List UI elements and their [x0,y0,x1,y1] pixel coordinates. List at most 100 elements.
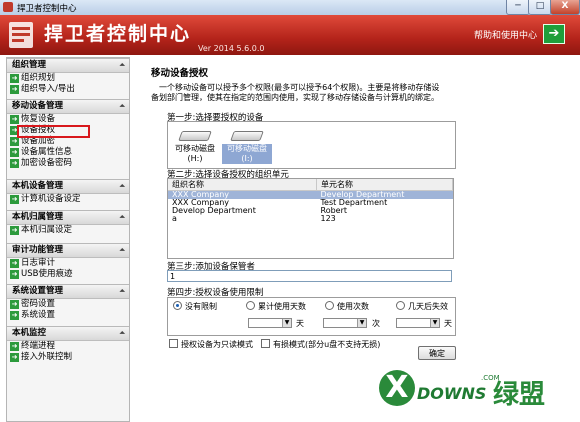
sidebar-item-process[interactable]: ➜ 终端进程 [7,341,129,352]
sidebar-item-password[interactable]: ➜ 密码设置 [7,299,129,310]
lossy-mode-checkbox[interactable]: 有损模式(部分u盘不支持无损) [261,339,380,350]
sidebar-group-title[interactable]: 审计功能管理 ⏶ [7,243,129,258]
arrow-icon: ➜ [10,74,19,83]
sidebar-group-monitor: 本机监控 ⏶ ➜ 终端进程 ➜ 接入外联控制 [7,326,129,363]
arrow-icon: ➜ [10,226,19,235]
chevron-down-icon[interactable]: ▼ [430,319,439,327]
arrow-icon: ➜ [10,137,19,146]
watermark-x: X [379,370,415,406]
collapse-icon[interactable]: ⏶ [119,180,125,193]
help-center-link[interactable]: 帮助和使用中心 [474,28,537,41]
count-combo[interactable]: ▼ [323,318,367,328]
sidebar-group-title[interactable]: 组织管理 ⏶ [7,58,129,73]
chevron-down-icon[interactable]: ▼ [357,319,366,327]
version-label: Ver 2014 5.6.0.0 [198,44,265,53]
main-content: 移动设备授权 一个移动设备可以授予多个权限(最多可以授予64个权限)。主要是将移… [131,57,577,420]
sidebar-group-title[interactable]: 本机设备管理 ⏶ [7,179,129,194]
app-icon [3,2,13,12]
radio-no-limit[interactable]: 没有限制 [173,301,217,312]
readonly-checkbox[interactable]: 授权设备为只读模式 [169,339,253,350]
expire-combo[interactable]: ▼ [396,318,440,328]
arrow-icon: ➜ [10,300,19,309]
checkbox-icon [169,339,178,348]
arrow-icon: ➜ [10,159,19,168]
column-header[interactable]: 组织名称 [168,179,317,191]
keeper-input[interactable]: 1 [167,270,452,282]
arrow-icon: ➜ [10,311,19,320]
days-combo[interactable]: ▼ [248,318,292,328]
arrow-icon: ➜ [10,342,19,351]
collapse-icon[interactable]: ⏶ [119,327,125,340]
device-list: 可移动磁盘 (H:) 可移动磁盘 (I:) [167,121,456,169]
page-title: 移动设备授权 [151,68,209,79]
close-button[interactable]: X [550,0,580,15]
watermark-downs: DOWNS [417,384,487,403]
arrow-icon: ➜ [10,195,19,204]
sidebar-group-title[interactable]: 本机归属管理 ⏶ [7,210,129,225]
sidebar-item-encrypt-password[interactable]: ➜ 加密设备密码 [7,158,129,169]
unit-label: 天 [296,319,304,328]
sidebar-item-device-info[interactable]: ➜ 设备属性信息 [7,147,129,158]
active-item-highlight [17,125,90,138]
sidebar: 组织管理 ⏶ ➜ 组织规划 ➜ 组织导入/导出 移动设备管理 ⏶ ➜ 恢复设备 ➜ 设备授权… [6,57,130,422]
shield-logo-icon [9,22,33,48]
radio-icon [396,301,405,310]
collapse-icon[interactable]: ⏶ [119,59,125,72]
sidebar-item-usb-trace[interactable]: ➜ USB使用痕迹 [7,269,129,280]
sidebar-group-audit: 审计功能管理 ⏶ ➜ 日志审计 ➜ USB使用痕迹 [7,243,129,280]
sidebar-item-external-control[interactable]: ➜ 接入外联控制 [7,352,129,363]
removable-disk-icon [178,131,212,141]
radio-expire-days[interactable]: 几天后失效 [396,301,448,312]
sidebar-item-ownership-setting[interactable]: ➜ 本机归属设定 [7,225,129,236]
table-row[interactable]: a 123 [168,215,453,223]
arrow-icon: ➜ [10,148,19,157]
arrow-icon: ➜ [10,353,19,362]
sidebar-item-system-setting[interactable]: ➜ 系统设置 [7,310,129,321]
sidebar-group-org: 组织管理 ⏶ ➜ 组织规划 ➜ 组织导入/导出 [7,58,129,95]
watermark-logo: X DOWNS .COM 绿盟 [379,370,575,416]
app-name: 捍卫者控制中心 [44,23,192,45]
device-item[interactable]: 可移动磁盘 (H:) [170,125,220,164]
arrow-icon: ➜ [10,259,19,268]
arrow-icon: ➜ [10,115,19,124]
window-title: 捍卫者控制中心 [17,4,77,14]
page-description: 一个移动设备可以授予多个权限(最多可以授予64个权限)。主要是将移动存储设备划部… [151,83,440,102]
sidebar-group-title[interactable]: 移动设备管理 ⏶ [7,99,129,114]
checkbox-icon [261,339,270,348]
unit-label: 天 [444,319,452,328]
column-header[interactable]: 单元名称 [316,179,453,191]
radio-icon [173,301,182,310]
maximize-button[interactable]: □ [528,0,552,15]
collapse-icon[interactable]: ⏶ [119,100,125,113]
watermark-cn: 绿盟 [493,380,546,410]
sidebar-group-local-device: 本机设备管理 ⏶ ➜ 计算机设备设定 [7,179,129,205]
sidebar-group-system: 系统设置管理 ⏶ ➜ 密码设置 ➜ 系统设置 [7,284,129,321]
chevron-down-icon[interactable]: ▼ [282,319,291,327]
minimize-button[interactable]: ─ [506,0,530,15]
table-row[interactable]: Develop Department Robert [168,207,453,215]
sidebar-item-computer-device[interactable]: ➜ 计算机设备设定 [7,194,129,205]
collapse-icon[interactable]: ⏶ [119,285,125,298]
sidebar-item-restore-device[interactable]: ➜ 恢复设备 [7,114,129,125]
radio-use-count[interactable]: 使用次数 [325,301,369,312]
radio-icon [246,301,255,310]
sidebar-group-title[interactable]: 系统设置管理 ⏶ [7,284,129,299]
org-unit-table: 组织名称 单元名称 XXX Company Develop Department … [167,178,454,259]
sidebar-item-log-audit[interactable]: ➜ 日志审计 [7,258,129,269]
sidebar-group-title[interactable]: 本机监控 ⏶ [7,326,129,341]
collapse-icon[interactable]: ⏶ [119,211,125,224]
sidebar-item-org-plan[interactable]: ➜ 组织规划 [7,73,129,84]
confirm-button[interactable]: 确定 [418,346,456,360]
usage-limit-box: 没有限制 累计使用天数 使用次数 几天后失效 ▼ 天 ▼ 次 ▼ 天 [167,297,456,336]
device-item[interactable]: 可移动磁盘 (I:) [222,125,272,164]
sidebar-item-org-import[interactable]: ➜ 组织导入/导出 [7,84,129,95]
sidebar-group-ownership: 本机归属管理 ⏶ ➜ 本机归属设定 [7,210,129,236]
radio-icon [325,301,334,310]
title-bar: 捍卫者控制中心 ─ □ X [0,0,580,16]
collapse-icon[interactable]: ⏶ [119,244,125,257]
header-banner: 捍卫者控制中心 Ver 2014 5.6.0.0 帮助和使用中心 ➔ [0,15,580,55]
arrow-icon: ➜ [10,85,19,94]
arrow-icon: ➜ [10,270,19,279]
arrow-right-icon[interactable]: ➔ [543,24,565,44]
radio-total-days[interactable]: 累计使用天数 [246,301,306,312]
